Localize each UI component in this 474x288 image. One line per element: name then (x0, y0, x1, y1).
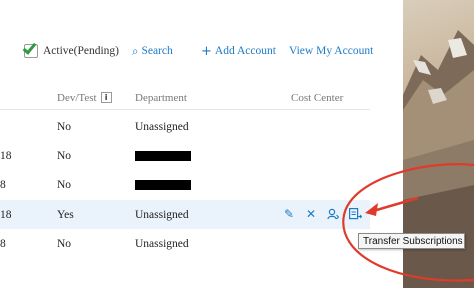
header-dev-test[interactable]: Dev/Test i (57, 86, 112, 109)
row-id-fragment: 8 (0, 237, 6, 250)
tooltip-text: Transfer Subscriptions (363, 235, 463, 247)
row-dev-test: No (57, 178, 72, 191)
edit-icon[interactable]: ✎ (282, 207, 296, 221)
row-id-fragment: 18 (0, 149, 12, 162)
row-dev-test: No (57, 237, 72, 250)
accounts-panel: Active(Pending) ⌕ Search + Add Account V… (0, 0, 403, 288)
header-cost-center[interactable]: Cost Center (291, 86, 343, 109)
add-account-link[interactable]: + Add Account (201, 40, 276, 62)
search-link[interactable]: ⌕ Search (132, 40, 173, 62)
add-account-label: Add Account (214, 45, 276, 57)
search-icon: ⌕ (132, 43, 139, 58)
header-department-label: Department (135, 91, 187, 104)
row-id-fragment: 18 (0, 208, 12, 221)
redaction-bar (135, 179, 191, 190)
transfer-icon[interactable] (348, 207, 362, 221)
row-department-redacted (135, 170, 191, 199)
active-pending-filter[interactable]: Active(Pending) (22, 40, 120, 62)
info-icon[interactable]: i (100, 92, 112, 103)
table-row-hovered[interactable]: 18 Yes Unassigned ✎ ✕ (0, 200, 370, 229)
tooltip: Transfer Subscriptions (358, 233, 465, 249)
header-cost-center-label: Cost Center (291, 91, 344, 104)
table-header: Dev/Test i Department Cost Center (0, 86, 370, 110)
redaction-bar (135, 150, 191, 161)
plus-icon: + (201, 43, 212, 59)
row-department: Unassigned (135, 237, 189, 250)
table-row[interactable]: 8 No Unassigned (0, 229, 370, 258)
table-row[interactable]: 8 No (0, 170, 370, 199)
user-icon[interactable] (326, 207, 340, 221)
table-row[interactable]: 18 No (0, 141, 370, 170)
row-dev-test: No (57, 120, 72, 133)
row-dev-test: Yes (57, 208, 74, 221)
header-dev-test-label: Dev/Test (57, 91, 97, 104)
table-row[interactable]: No Unassigned (0, 112, 370, 141)
header-department[interactable]: Department (135, 86, 187, 109)
view-my-account-label: View My Account (289, 45, 374, 57)
user-icon-glyph (327, 208, 339, 220)
close-icon[interactable]: ✕ (304, 207, 318, 221)
view-my-account-link[interactable]: View My Account (289, 40, 373, 62)
active-checkbox[interactable] (22, 40, 38, 58)
row-dev-test: No (57, 149, 72, 162)
transfer-icon-glyph (348, 208, 362, 220)
row-id-fragment: 8 (0, 178, 6, 191)
checkmark-icon (22, 40, 37, 55)
row-department: Unassigned (135, 208, 189, 221)
row-department: Unassigned (135, 120, 189, 133)
search-label: Search (141, 45, 173, 57)
row-department-redacted (135, 141, 191, 170)
active-pending-label: Active(Pending) (43, 45, 120, 57)
toolbar: Active(Pending) ⌕ Search + Add Account V… (0, 40, 403, 62)
